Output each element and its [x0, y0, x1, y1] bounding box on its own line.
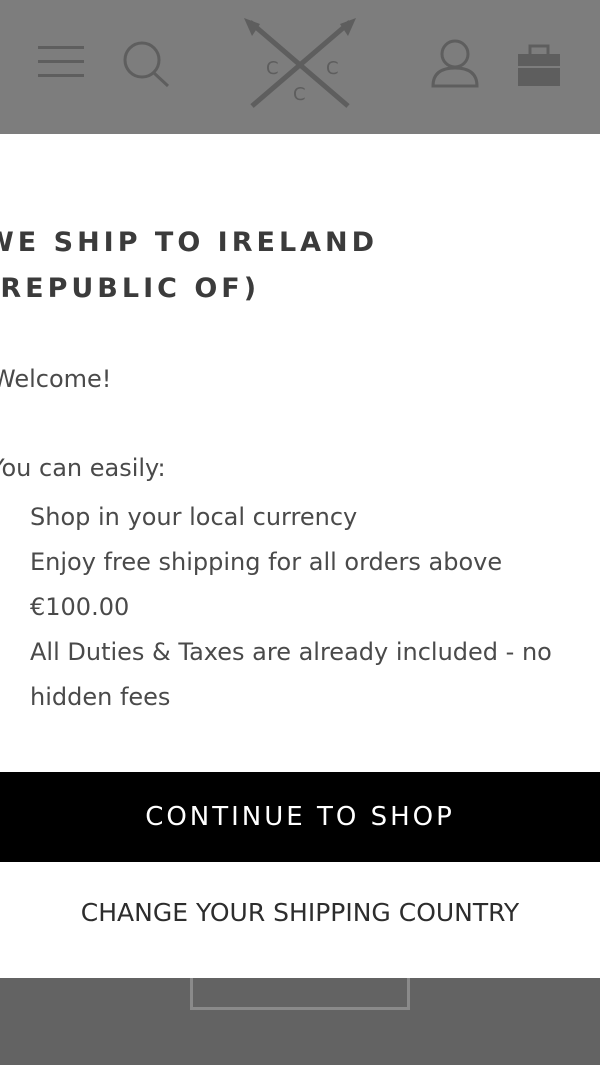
logo-letter-right: C — [326, 58, 339, 79]
benefit-item: Shop in your local currency — [30, 503, 358, 531]
intro-text: You can easily: — [0, 454, 166, 482]
benefit-item: All Duties & Taxes are already included … — [30, 638, 552, 711]
benefits-list: Shop in your local currency Enjoy free s… — [30, 495, 590, 720]
benefit-item: Enjoy free shipping for all orders above… — [30, 548, 503, 621]
welcome-text: Welcome! — [0, 365, 112, 393]
change-shipping-country-link[interactable]: CHANGE YOUR SHIPPING COUNTRY — [0, 882, 600, 942]
search-icon[interactable] — [122, 40, 172, 88]
account-icon[interactable] — [430, 38, 480, 88]
crossed-oars-logo[interactable]: C C C — [240, 16, 360, 112]
site-header: C C C — [0, 0, 600, 135]
modal-title: WE SHIP TO IRELAND (REPUBLIC OF) — [0, 227, 379, 304]
logo-letter-left: C — [266, 58, 279, 79]
continue-to-shop-button[interactable]: CONTINUE TO SHOP — [0, 772, 600, 862]
shipping-country-modal: WE SHIP TO IRELAND (REPUBLIC OF) Welcome… — [0, 134, 600, 980]
logo-letter-bottom: C — [293, 84, 306, 105]
background-frame — [190, 978, 410, 1010]
shopping-bag-icon[interactable] — [514, 40, 564, 88]
menu-icon[interactable] — [36, 42, 86, 82]
